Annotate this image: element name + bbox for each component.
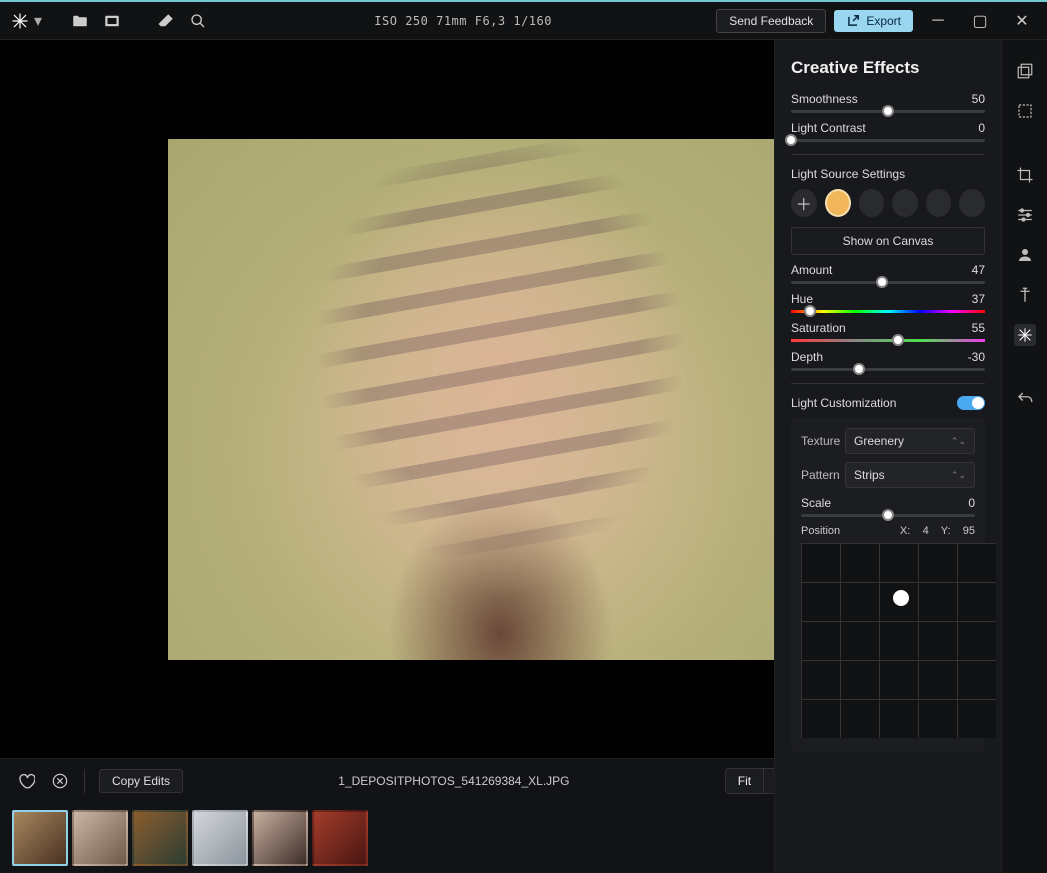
export-button[interactable]: Export (834, 10, 913, 32)
show-on-canvas-button[interactable]: Show on Canvas (791, 227, 985, 255)
body-icon[interactable] (1014, 284, 1036, 306)
posx-value: 4 (923, 525, 929, 537)
sliders-icon[interactable] (1014, 204, 1036, 226)
saturation-label: Saturation (791, 321, 846, 335)
reject-icon[interactable] (50, 771, 70, 791)
depth-value: -30 (968, 350, 985, 364)
saturation-value: 55 (972, 321, 985, 335)
depth-label: Depth (791, 350, 823, 364)
exif-metadata: ISO 250 71mm F6,3 1/160 (216, 14, 710, 28)
lightcontrast-label: Light Contrast (791, 121, 866, 135)
light-swatch-3[interactable] (892, 189, 918, 217)
thumb-4[interactable] (192, 810, 248, 866)
light-swatch-5[interactable] (959, 189, 985, 217)
smoothness-value: 50 (972, 92, 985, 106)
crop-icon[interactable] (1014, 164, 1036, 186)
amount-value: 47 (972, 263, 985, 277)
light-swatch-1[interactable] (825, 189, 851, 217)
light-customization-label: Light Customization (791, 396, 896, 410)
image-icon[interactable] (100, 9, 124, 33)
mask-icon[interactable] (1014, 100, 1036, 122)
export-label: Export (866, 14, 901, 28)
add-light-button[interactable]: ＋ (791, 189, 817, 217)
thumb-5[interactable] (252, 810, 308, 866)
copy-edits-button[interactable]: Copy Edits (99, 769, 183, 793)
layers-icon[interactable] (1014, 60, 1036, 82)
depth-slider[interactable] (791, 368, 985, 371)
position-label: Position (801, 525, 840, 537)
posy-value: 95 (963, 525, 975, 537)
pattern-select[interactable]: Strips⌃⌄ (845, 462, 975, 488)
thumb-3[interactable] (132, 810, 188, 866)
smoothness-label: Smoothness (791, 92, 858, 106)
heart-icon[interactable] (16, 771, 36, 791)
smoothness-slider[interactable] (791, 110, 985, 113)
logo-icon[interactable] (8, 9, 32, 33)
effects-icon[interactable] (1014, 324, 1036, 346)
thumb-6[interactable] (312, 810, 368, 866)
hue-value: 37 (972, 292, 985, 306)
saturation-slider[interactable] (791, 339, 985, 342)
scale-slider[interactable] (801, 514, 975, 517)
texture-select[interactable]: Greenery⌃⌄ (845, 428, 975, 454)
lightsource-label: Light Source Settings (791, 167, 985, 181)
zoom-icon[interactable] (186, 9, 210, 33)
lightcontrast-slider[interactable] (791, 139, 985, 142)
fit-button[interactable]: Fit (726, 769, 763, 793)
filename-label: 1_DEPOSITPHOTOS_541269384_XL.JPG (197, 774, 711, 788)
light-swatch-2[interactable] (859, 189, 885, 217)
position-grid[interactable] (801, 543, 996, 738)
main-canvas[interactable] (168, 139, 833, 660)
close-icon[interactable]: ✕ (1005, 7, 1039, 35)
eraser-icon[interactable] (154, 9, 178, 33)
thumb-2[interactable] (72, 810, 128, 866)
amount-slider[interactable] (791, 281, 985, 284)
maximize-icon[interactable]: ▢ (963, 7, 997, 35)
hue-slider[interactable] (791, 310, 985, 313)
portrait-icon[interactable] (1014, 244, 1036, 266)
hue-label: Hue (791, 292, 813, 306)
pattern-label: Pattern (801, 468, 840, 482)
lightcontrast-value: 0 (978, 121, 985, 135)
light-customization-toggle[interactable] (957, 396, 985, 410)
panel-title: Creative Effects (791, 58, 985, 78)
amount-label: Amount (791, 263, 832, 277)
scale-label: Scale (801, 496, 831, 510)
minimize-icon[interactable]: ─ (921, 7, 955, 35)
folder-icon[interactable] (68, 9, 92, 33)
scale-value: 0 (968, 496, 975, 510)
send-feedback-button[interactable]: Send Feedback (716, 9, 826, 33)
undo-icon[interactable] (1014, 388, 1036, 410)
texture-label: Texture (801, 434, 840, 448)
thumb-1[interactable] (12, 810, 68, 866)
light-swatch-4[interactable] (926, 189, 952, 217)
